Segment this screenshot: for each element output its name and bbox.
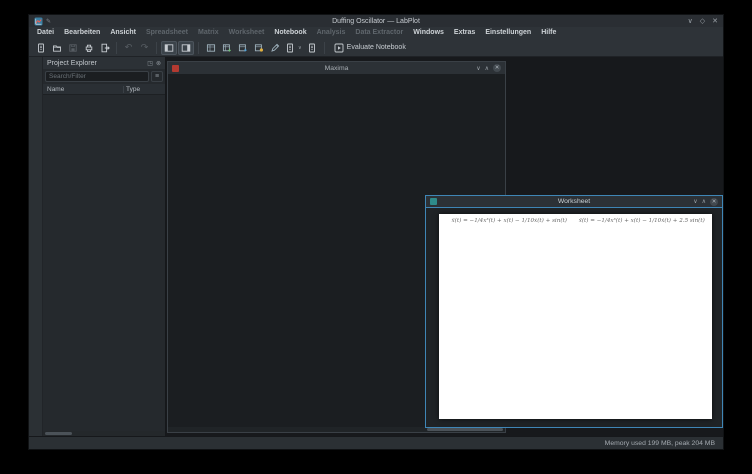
- dropdown-caret-icon: ∨: [298, 45, 302, 51]
- project-explorer-panel: Project Explorer ◳ ⊗ ≡ Name Type: [43, 57, 166, 436]
- search-row: ≡: [43, 69, 165, 84]
- worksheet-view: ẍ(t) = −1/4x³(t) + x(t) − 1/10ẋ(t) + sin…: [426, 208, 722, 427]
- title-bar[interactable]: ✎ Duffing Oscillator — LabPlot ∨ ◇ ✕: [29, 15, 723, 27]
- tree-column-headers[interactable]: Name Type: [43, 84, 165, 95]
- worksheet-canvas[interactable]: ẍ(t) = −1/4x³(t) + x(t) − 1/10ẋ(t) + sin…: [439, 214, 712, 419]
- notebook-hscroll-thumb[interactable]: [427, 428, 503, 431]
- close-icon[interactable]: ✕: [712, 17, 718, 25]
- open-project-icon[interactable]: [49, 41, 64, 55]
- project-explorer-header[interactable]: Project Explorer ◳ ⊗: [43, 57, 165, 69]
- minimize-icon[interactable]: ∨: [688, 17, 693, 25]
- column-header-type[interactable]: Type: [123, 86, 165, 93]
- notebook-minimize-icon[interactable]: ∨: [476, 65, 480, 72]
- undo-icon[interactable]: ↶: [121, 41, 136, 55]
- menu-item-spreadsheet[interactable]: Spreadsheet: [141, 27, 193, 39]
- new-notebook-button[interactable]: ∨: [283, 41, 304, 55]
- modified-indicator-icon: ✎: [46, 18, 51, 25]
- redo-icon[interactable]: ↷: [137, 41, 152, 55]
- worksheet-maximize-icon[interactable]: ∧: [702, 198, 706, 205]
- insert-command-entry-icon[interactable]: [219, 41, 234, 55]
- menu-item-extras[interactable]: Extras: [449, 27, 480, 39]
- notebook-close-icon[interactable]: ✕: [493, 64, 501, 72]
- duplicate-notebook-icon[interactable]: [305, 41, 320, 55]
- explorer-hscroll-thumb[interactable]: [45, 432, 72, 435]
- panel-float-icon[interactable]: ◳: [147, 60, 153, 67]
- worksheet-icon: [430, 198, 437, 205]
- save-project-icon[interactable]: [65, 41, 80, 55]
- notebook-title: Maxima: [168, 65, 505, 72]
- labplot-main-window: ✎ Duffing Oscillator — LabPlot ∨ ◇ ✕ Dat…: [28, 14, 724, 450]
- worksheet-minimize-icon[interactable]: ∨: [693, 198, 697, 205]
- maxima-icon: [172, 65, 179, 72]
- search-input[interactable]: [45, 71, 149, 82]
- panel-close-icon[interactable]: ⊗: [156, 60, 161, 67]
- worksheet-titlebar[interactable]: Worksheet ∨ ∧ ✕: [426, 196, 722, 208]
- notebook-maximize-icon[interactable]: ∧: [485, 65, 489, 72]
- toggle-project-explorer-button[interactable]: [161, 41, 177, 55]
- menu-item-matrix[interactable]: Matrix: [193, 27, 224, 39]
- print-icon[interactable]: [81, 41, 96, 55]
- menu-item-windows[interactable]: Windows: [408, 27, 449, 39]
- worksheet-title: Worksheet: [426, 198, 722, 205]
- menu-item-worksheet[interactable]: Worksheet: [224, 27, 270, 39]
- main-toolbar: ↶↷ ∨ Evaluate Notebook: [29, 39, 723, 57]
- export-icon[interactable]: [97, 41, 112, 55]
- maximize-icon[interactable]: ◇: [700, 17, 705, 25]
- insert-image-entry-icon[interactable]: [267, 41, 282, 55]
- worksheet-window: Worksheet ∨ ∧ ✕ ẍ(t) = −1/4x³(t) + x(t) …: [425, 195, 723, 428]
- evaluate-notebook-button[interactable]: Evaluate Notebook: [329, 41, 411, 55]
- statistics-icon[interactable]: [203, 41, 218, 55]
- labplot-app-icon: [34, 17, 43, 26]
- project-explorer-title: Project Explorer: [47, 60, 97, 67]
- equation-label-1[interactable]: ẍ(t) = −1/4x³(t) + x(t) − 1/10ẋ(t) + sin…: [443, 216, 576, 227]
- toolbar-separator: [156, 42, 157, 54]
- evaluate-notebook-button-label: Evaluate Notebook: [347, 44, 406, 51]
- worksheet-tool-strip: [29, 57, 43, 436]
- menu-item-bearbeiten[interactable]: Bearbeiten: [59, 27, 105, 39]
- toolbar-separator: [324, 42, 325, 54]
- filter-options-icon[interactable]: ≡: [151, 71, 163, 82]
- toolbar-separator: [116, 42, 117, 54]
- menu-item-datei[interactable]: Datei: [32, 27, 59, 39]
- toggle-properties-button[interactable]: [178, 41, 194, 55]
- status-bar: Memory used 199 MB, peak 204 MB: [29, 436, 723, 449]
- window-title: Duffing Oscillator — LabPlot: [29, 18, 723, 25]
- equation-row: ẍ(t) = −1/4x³(t) + x(t) − 1/10ẋ(t) + sin…: [443, 216, 708, 227]
- menu-item-notebook[interactable]: Notebook: [269, 27, 311, 39]
- notebook-titlebar[interactable]: Maxima ∨ ∧ ✕: [168, 62, 505, 74]
- menu-bar: DateiBearbeitenAnsichtSpreadsheetMatrixW…: [29, 27, 723, 39]
- menu-item-einstellungen[interactable]: Einstellungen: [480, 27, 536, 39]
- worksheet-close-icon[interactable]: ✕: [710, 198, 718, 206]
- memory-status: Memory used 199 MB, peak 204 MB: [605, 440, 715, 447]
- project-tree: [43, 95, 165, 431]
- new-project-icon[interactable]: [33, 41, 48, 55]
- mdi-area: Maxima ∨ ∧ ✕ Worksheet ∨ ∧: [166, 57, 723, 436]
- column-header-name[interactable]: Name: [43, 86, 123, 93]
- toolbar-separator: [198, 42, 199, 54]
- equation-label-2[interactable]: ẍ(t) = −1/4x³(t) + x(t) − 1/10ẋ(t) + 2.5…: [576, 216, 709, 227]
- menu-item-ansicht[interactable]: Ansicht: [105, 27, 141, 39]
- menu-item-analysis[interactable]: Analysis: [312, 27, 351, 39]
- insert-markdown-entry-icon[interactable]: [251, 41, 266, 55]
- content-area: Project Explorer ◳ ⊗ ≡ Name Type: [29, 57, 723, 436]
- menu-item-hilfe[interactable]: Hilfe: [536, 27, 561, 39]
- menu-item-data-extractor[interactable]: Data Extractor: [350, 27, 408, 39]
- insert-text-entry-icon[interactable]: [235, 41, 250, 55]
